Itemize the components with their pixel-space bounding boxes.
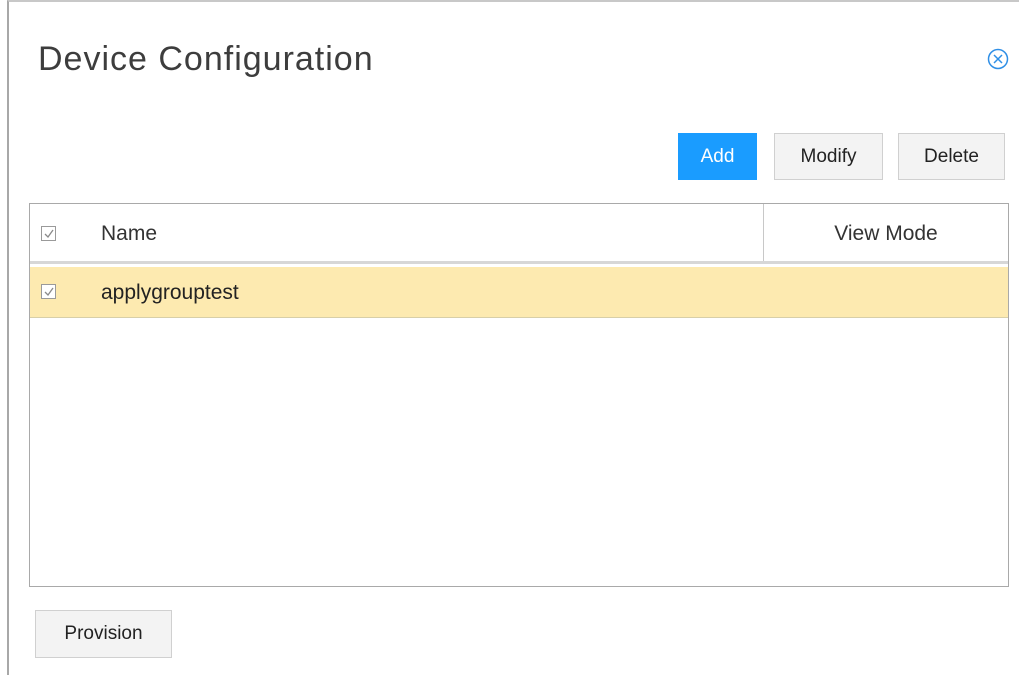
column-header-view-mode[interactable]: View Mode [764,222,1008,246]
device-configuration-dialog: Device Configuration Add Modify Delete N… [7,0,1019,675]
row-name-cell: applygrouptest [101,281,239,304]
provision-button[interactable]: Provision [35,610,172,658]
device-config-table: Name View Mode applygrouptest [29,203,1009,587]
table-header: Name View Mode [30,204,1008,264]
delete-button[interactable]: Delete [898,133,1005,180]
checkmark-icon [44,229,54,239]
row-checkbox[interactable] [41,284,56,299]
add-button[interactable]: Add [678,133,757,180]
table-row[interactable]: applygrouptest [30,267,1008,318]
modify-button[interactable]: Modify [774,133,883,180]
close-icon[interactable] [987,48,1009,70]
select-all-checkbox[interactable] [41,226,56,241]
checkmark-icon [44,287,54,297]
column-header-name[interactable]: Name [101,222,157,246]
dialog-title: Device Configuration [38,40,374,78]
